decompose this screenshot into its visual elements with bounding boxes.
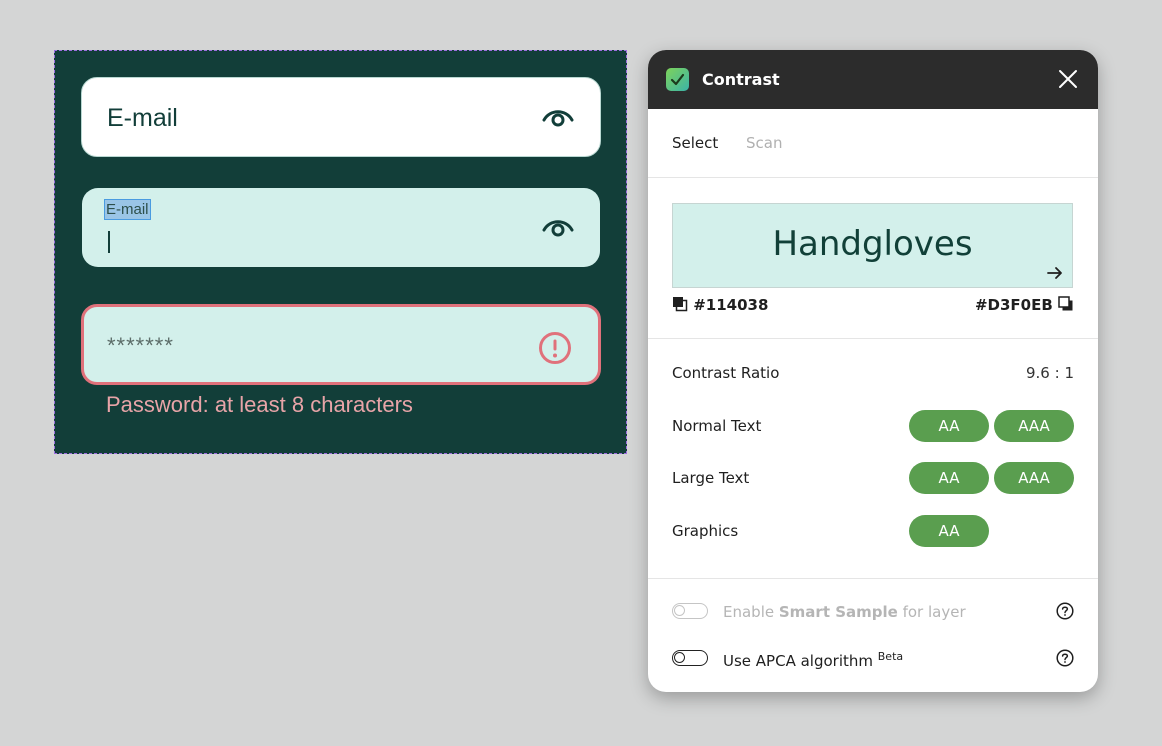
password-field-error[interactable]: ******* — [81, 304, 601, 385]
normal-text-label: Normal Text — [672, 417, 762, 435]
color-values: #114038 #D3F0EB — [672, 296, 1074, 316]
smart-sample-label: Enable Smart Sample for layer — [723, 603, 966, 621]
tab-scan[interactable]: Scan — [746, 134, 782, 152]
alert-circle-icon — [539, 332, 571, 364]
large-text-aaa-badge: AAA — [994, 462, 1074, 494]
email-field-value: E-mail — [107, 104, 178, 132]
foreground-color[interactable]: #114038 — [672, 296, 768, 314]
swap-arrow-icon[interactable] — [1046, 265, 1064, 281]
background-swatch-icon — [1058, 296, 1073, 311]
preview-sample-text: Handgloves — [772, 224, 973, 264]
password-field-value: ******* — [107, 333, 174, 358]
apca-label: Use APCA algorithm Beta — [723, 650, 904, 670]
eye-icon[interactable] — [542, 106, 574, 128]
contrast-plugin-panel: Contrast Select Scan Handgloves #114038 … — [648, 50, 1098, 692]
divider — [648, 578, 1098, 579]
foreground-hex: #114038 — [693, 296, 769, 314]
normal-text-row: Normal Text AA AAA — [672, 410, 1074, 442]
email-field[interactable]: E-mail — [81, 77, 601, 157]
contrast-ratio-label: Contrast Ratio — [672, 364, 780, 382]
tab-select[interactable]: Select — [672, 134, 718, 152]
floating-label[interactable]: E-mail — [104, 199, 151, 220]
toggle-knob — [674, 605, 685, 616]
text-caret — [108, 231, 110, 253]
contrast-app-icon — [666, 68, 689, 91]
graphics-row: Graphics AA — [672, 515, 1074, 547]
large-text-label: Large Text — [672, 469, 750, 487]
email-field-focused[interactable]: E-mail — [82, 188, 600, 267]
background-color[interactable]: #D3F0EB — [975, 296, 1074, 314]
apca-toggle[interactable] — [672, 650, 708, 666]
toggle-knob — [674, 652, 685, 663]
graphics-aa-badge: AA — [909, 515, 989, 547]
normal-text-aaa-badge: AAA — [994, 410, 1074, 442]
smart-sample-toggle[interactable] — [672, 603, 708, 619]
large-text-aa-badge: AA — [909, 462, 989, 494]
help-icon[interactable] — [1056, 602, 1074, 620]
eye-icon[interactable] — [542, 216, 574, 238]
foreground-swatch-icon — [673, 297, 688, 312]
help-icon[interactable] — [1056, 649, 1074, 667]
contrast-ratio-row: Contrast Ratio 9.6 : 1 — [672, 357, 1074, 389]
close-icon[interactable] — [1058, 69, 1078, 89]
design-artboard[interactable]: E-mail E-mail ******* Password: at least… — [54, 50, 627, 454]
background-hex: #D3F0EB — [974, 296, 1053, 314]
graphics-label: Graphics — [672, 522, 739, 540]
divider — [648, 338, 1098, 339]
smart-sample-option: Enable Smart Sample for layer — [672, 600, 1074, 624]
normal-text-aa-badge: AA — [909, 410, 989, 442]
panel-titlebar[interactable]: Contrast — [648, 50, 1098, 109]
panel-title: Contrast — [702, 70, 780, 89]
contrast-ratio-value: 9.6 : 1 — [1026, 364, 1074, 382]
apca-option: Use APCA algorithm Beta — [672, 647, 1074, 671]
mode-tabs: Select Scan — [648, 109, 1098, 178]
large-text-row: Large Text AA AAA — [672, 462, 1074, 494]
contrast-preview: Handgloves — [672, 203, 1073, 288]
password-helper-text: Password: at least 8 characters — [106, 392, 413, 417]
